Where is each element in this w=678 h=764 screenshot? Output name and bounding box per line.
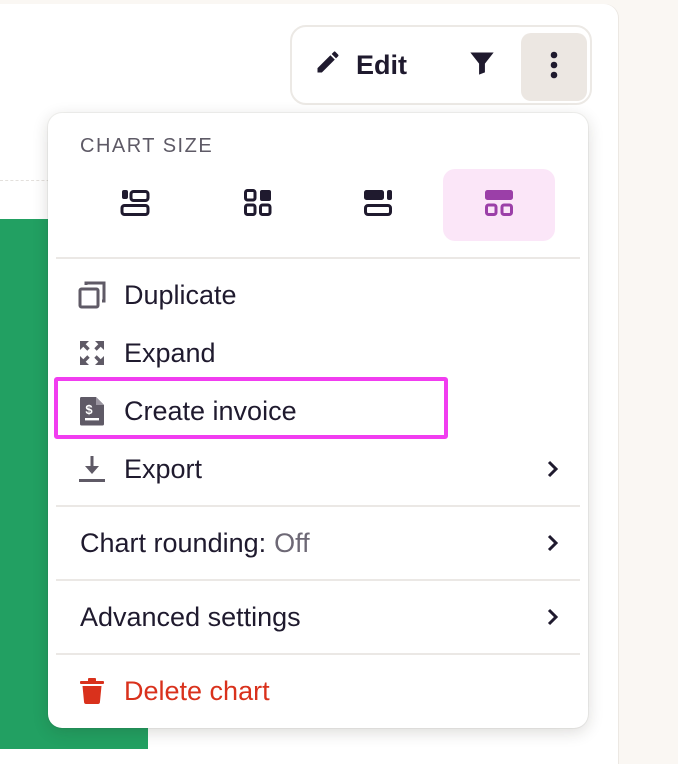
chevron-right-icon [546, 521, 560, 565]
expand-icon [76, 337, 108, 369]
pencil-icon [314, 48, 342, 83]
size-option-2[interactable] [202, 169, 314, 241]
layout-wide-icon [484, 189, 514, 222]
duplicate-icon [76, 279, 108, 311]
edit-button[interactable]: Edit [314, 43, 407, 87]
svg-text:$: $ [85, 402, 93, 417]
filter-icon [468, 49, 496, 82]
menu-divider [56, 505, 580, 507]
menu-divider [56, 579, 580, 581]
chevron-right-icon [546, 447, 560, 491]
trash-icon [76, 675, 108, 707]
kebab-menu-icon [549, 50, 559, 85]
chart-options-menu: CHART SIZE Duplicate Expand $ Create inv… [48, 113, 588, 728]
create-invoice-item[interactable]: $ Create invoice [76, 389, 560, 433]
create-invoice-label: Create invoice [124, 395, 297, 426]
duplicate-label: Duplicate [124, 279, 237, 310]
export-label: Export [124, 453, 203, 484]
chart-size-title: CHART SIZE [80, 135, 214, 157]
layout-stacked-left-icon [120, 189, 152, 222]
size-option-4[interactable] [443, 169, 555, 241]
more-options-button[interactable] [521, 33, 587, 101]
download-icon [76, 453, 108, 485]
chart-rounding-value: Off [274, 527, 310, 558]
chevron-right-icon [546, 595, 560, 639]
menu-divider [56, 257, 580, 259]
size-option-3[interactable] [322, 169, 434, 241]
advanced-settings-label: Advanced settings [80, 601, 301, 632]
chart-rounding-label: Chart rounding: [80, 527, 267, 558]
layout-stacked-right-icon [362, 189, 394, 222]
expand-label: Expand [124, 337, 216, 368]
chart-toolbar: Edit [290, 25, 592, 105]
delete-chart-label: Delete chart [124, 675, 270, 706]
invoice-icon: $ [76, 395, 108, 427]
export-item[interactable]: Export [76, 447, 560, 491]
advanced-settings-item[interactable]: Advanced settings [80, 595, 560, 639]
menu-divider [56, 653, 580, 655]
duplicate-item[interactable]: Duplicate [76, 273, 560, 317]
edit-label: Edit [356, 49, 407, 80]
expand-item[interactable]: Expand [76, 331, 560, 375]
filter-button[interactable] [460, 43, 504, 87]
delete-chart-item[interactable]: Delete chart [76, 669, 560, 713]
size-option-1[interactable] [80, 169, 192, 241]
layout-grid-icon [244, 188, 272, 222]
chart-rounding-item[interactable]: Chart rounding: Off [80, 521, 560, 565]
